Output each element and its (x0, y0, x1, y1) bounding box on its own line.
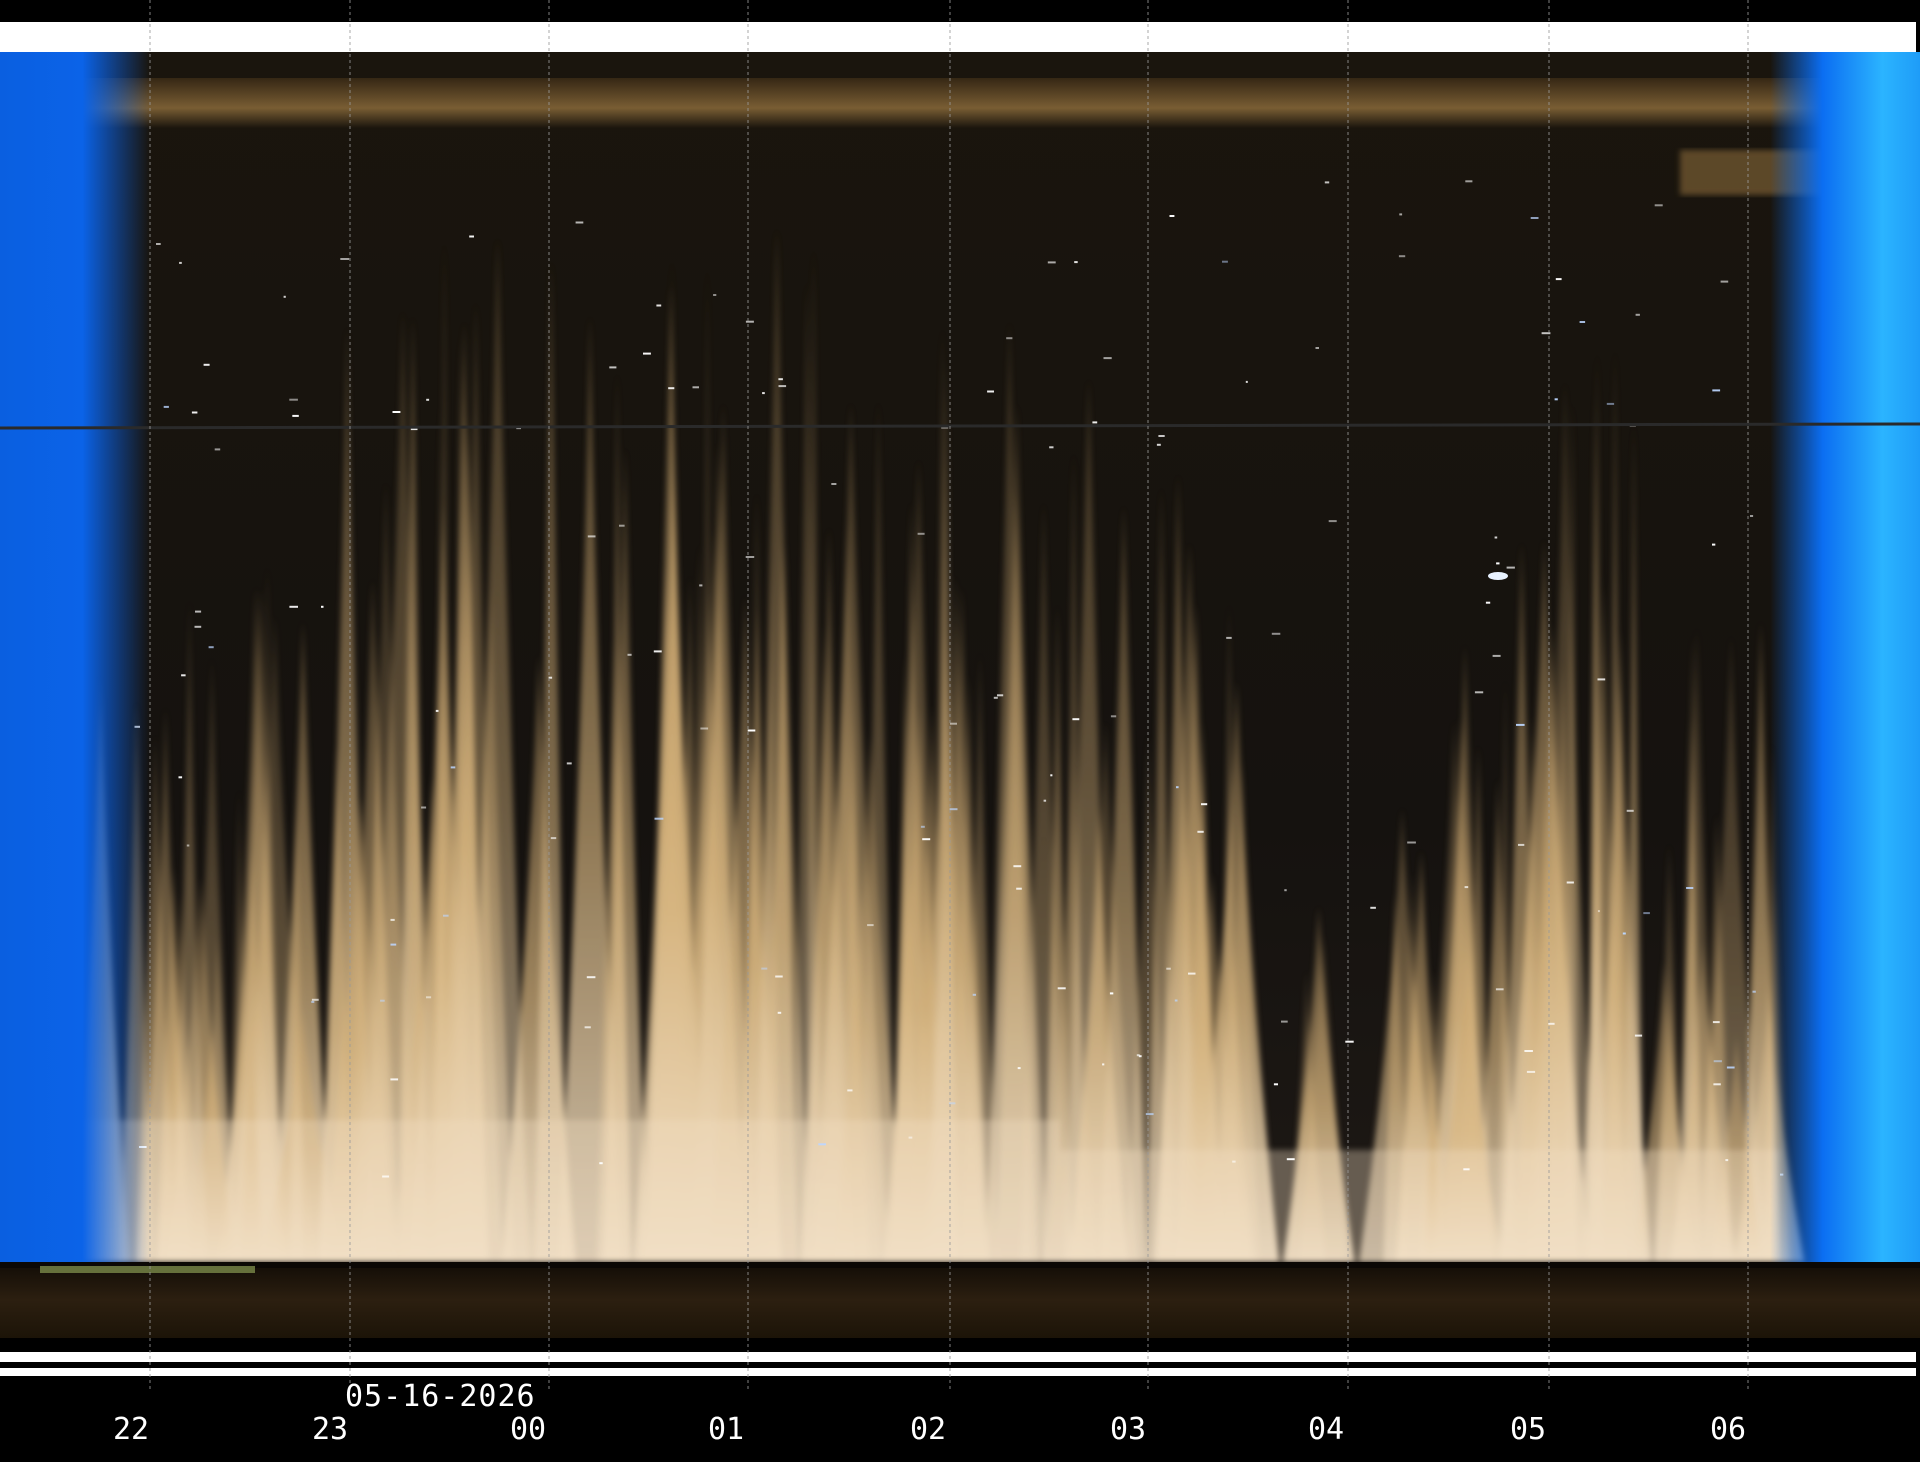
hour-label: 23 (311, 1412, 349, 1447)
hour-label: 05 (1509, 1412, 1547, 1447)
hour-label: 03 (1109, 1412, 1147, 1447)
hour-label: 02 (909, 1412, 947, 1447)
hour-label: 06 (1709, 1412, 1747, 1447)
hour-label: 22 (112, 1412, 150, 1447)
date-label: 05-16-2026 (345, 1379, 536, 1414)
hour-label: 01 (707, 1412, 745, 1447)
hour-label: 00 (509, 1412, 547, 1447)
hour-label: 04 (1307, 1412, 1345, 1447)
hour-axis: 05-16-2026 22 23 00 01 02 03 04 05 06 (0, 0, 1920, 1462)
